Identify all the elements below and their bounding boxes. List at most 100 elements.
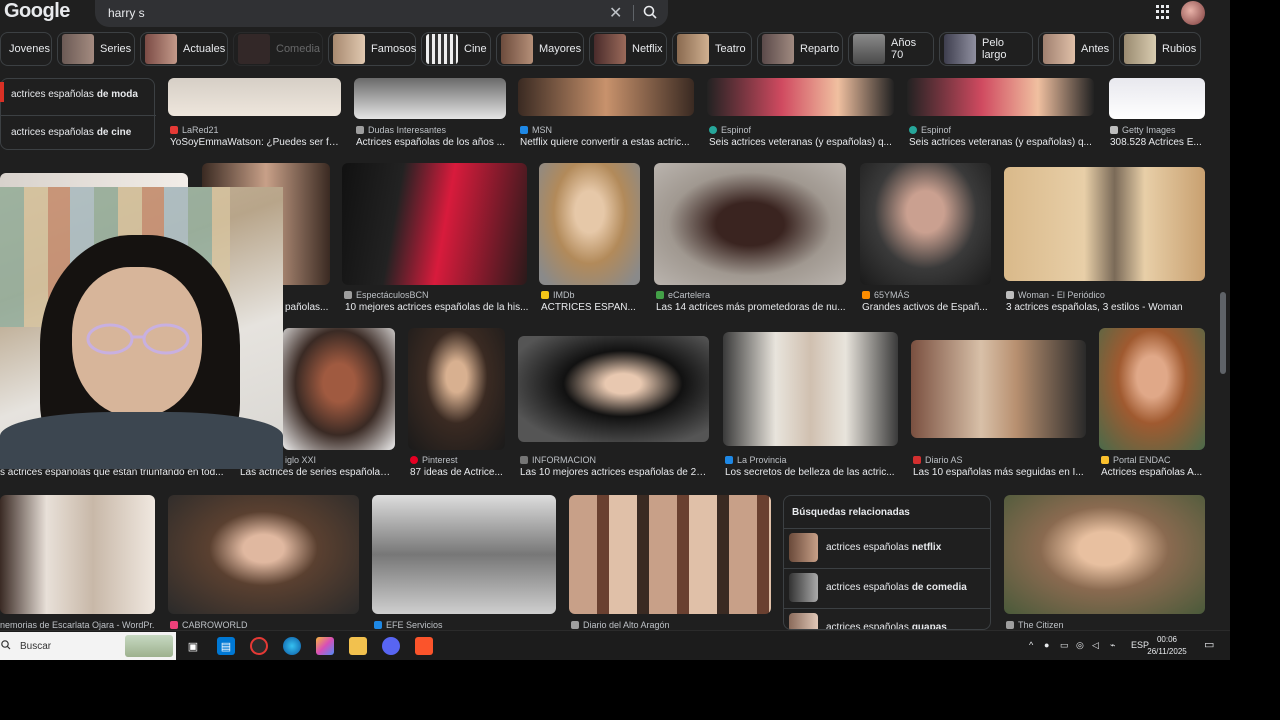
image-result[interactable] [518,78,694,116]
chip-jovenes[interactable]: Jovenes [0,32,52,66]
result-source[interactable]: La Provincia [725,455,899,465]
result-caption[interactable]: 308.528 Actrices E... [1110,137,1206,148]
copilot-icon[interactable] [316,637,334,655]
refine-item-de-moda[interactable]: actrices españolas de moda [1,79,156,109]
result-caption[interactable]: 10 mejores actrices españolas de la his.… [345,302,530,313]
result-caption[interactable]: ACTRICES ESPAÑ... [541,302,641,313]
result-source[interactable]: nemorias de Escarlata Ojara - WordPr... [0,620,155,630]
image-result[interactable] [342,163,527,285]
image-result[interactable] [0,495,155,614]
search-icon[interactable] [641,3,661,23]
result-source[interactable]: Getty Images [1110,125,1206,135]
microphone-icon[interactable]: ● [1044,640,1049,650]
result-source[interactable]: Portal ENDAC [1101,455,1206,465]
image-result[interactable] [707,78,894,116]
page-scrollbar[interactable] [1220,292,1226,374]
media-app-icon[interactable] [250,637,268,655]
result-caption[interactable]: Las 10 mejores actrices españolas de 201… [520,467,710,478]
chevron-up-icon[interactable]: ^ [1029,640,1033,650]
image-result[interactable] [654,163,846,285]
chip-actuales[interactable]: Actuales [140,32,228,66]
google-logo[interactable]: Google [4,0,70,23]
network-icon[interactable]: ⌁ [1110,640,1115,651]
result-source[interactable]: EspectáculosBCN [344,290,529,300]
image-result[interactable] [911,340,1086,438]
result-caption[interactable]: Actrices españolas A... [1101,467,1206,478]
refine-item-de-cine[interactable]: actrices españolas de cine [1,117,156,147]
image-result[interactable] [723,332,898,446]
result-source[interactable]: Pinterest [410,455,506,465]
chip-pelo-largo[interactable]: Pelo largo [939,32,1033,66]
result-source[interactable]: MSN [520,125,695,135]
image-result[interactable] [569,495,771,614]
chip-famosos[interactable]: Famosos [328,32,416,66]
image-result[interactable] [408,328,505,450]
result-source[interactable]: IMDb [541,290,641,300]
result-source[interactable]: The Citizen [1006,620,1206,630]
result-caption[interactable]: Netflix quiere convertir a estas actric.… [520,137,695,148]
result-caption[interactable]: Actrices españolas de los años ... [356,137,506,148]
image-result[interactable] [283,328,395,450]
store-icon[interactable]: ▤ [217,637,235,655]
result-source[interactable]: Diario AS [913,455,1087,465]
chip-cine[interactable]: Cine [421,32,491,66]
result-source[interactable]: Diario del Alto Aragón [571,620,771,630]
result-source[interactable]: Espinof [709,125,895,135]
image-result[interactable] [539,163,640,285]
device-icon[interactable]: ▭ [1060,640,1069,651]
taskbar-search[interactable]: Buscar [0,632,176,660]
result-source[interactable]: Woman - El Periódico [1006,290,1206,300]
result-source[interactable]: INFORMACION [520,455,710,465]
image-result[interactable] [354,78,506,119]
result-source[interactable]: 65YMÁS [862,290,992,300]
volume-icon[interactable]: ◁ [1092,640,1099,651]
image-result[interactable] [372,495,556,614]
chip-antes[interactable]: Antes [1038,32,1114,66]
clear-search-icon[interactable]: ✕ [609,3,622,23]
chip-comedia[interactable]: Comedia [233,32,323,66]
image-result[interactable] [1109,78,1205,119]
file-explorer-icon[interactable] [349,637,367,655]
image-result[interactable] [1004,495,1205,614]
image-result[interactable] [518,336,709,442]
chip-reparto[interactable]: Reparto [757,32,843,66]
search-box[interactable]: harry s ✕ [95,0,668,27]
account-avatar[interactable] [1181,1,1205,25]
result-caption[interactable]: pañolas... [285,302,340,313]
apps-grid-icon[interactable] [1156,5,1170,19]
result-caption[interactable]: Las 14 actrices más prometedoras de nu..… [656,302,846,313]
notifications-icon[interactable]: ▭ [1204,638,1214,651]
chip-series[interactable]: Series [57,32,135,66]
taskbar-clock[interactable]: 00:06 26/11/2025 [1144,634,1190,658]
search-input[interactable]: harry s [108,6,145,20]
result-source[interactable]: eCartelera [656,290,846,300]
result-caption[interactable]: Seis actrices veteranas (y españolas) q.… [909,137,1095,148]
result-caption[interactable]: Seis actrices veteranas (y españolas) q.… [709,137,895,148]
image-result[interactable] [168,495,359,614]
task-view-icon[interactable]: ▣ [184,637,202,655]
discord-icon[interactable] [382,637,400,655]
related-item-de-comedia[interactable]: actrices españolas de comedia [784,568,990,606]
result-caption[interactable]: Grandes activos de Españ... [862,302,992,313]
result-caption[interactable]: Las 10 españolas más seguidas en I... [913,467,1087,478]
chip-netflix[interactable]: Netflix [589,32,667,66]
result-caption[interactable]: 3 actrices españolas, 3 estilos - Woman [1006,302,1206,313]
chip-mayores[interactable]: Mayores [496,32,584,66]
image-result[interactable] [1099,328,1205,450]
result-source[interactable]: Dudas Interesantes [356,125,506,135]
image-result[interactable] [1004,167,1205,281]
result-source[interactable]: iglo XXI [285,455,405,465]
result-source[interactable]: CABROWORLD [170,620,360,630]
image-result[interactable] [860,163,991,285]
related-item-guapas[interactable]: actrices españolas guapas [784,608,990,629]
result-source[interactable]: EFE Servicios [374,620,554,630]
chip-teatro[interactable]: Teatro [672,32,752,66]
sync-icon[interactable]: ◎ [1076,640,1084,651]
result-caption[interactable]: 87 ideas de Actrice... [410,467,506,478]
brave-icon[interactable] [415,637,433,655]
image-result[interactable] [168,78,341,116]
related-item-netflix[interactable]: actrices españolas netflix [784,528,990,566]
result-caption[interactable]: YoSoyEmmaWatson: ¿Puedes ser fe... [170,137,340,148]
chip-rubios[interactable]: Rubios [1119,32,1201,66]
edge-icon[interactable] [283,637,301,655]
